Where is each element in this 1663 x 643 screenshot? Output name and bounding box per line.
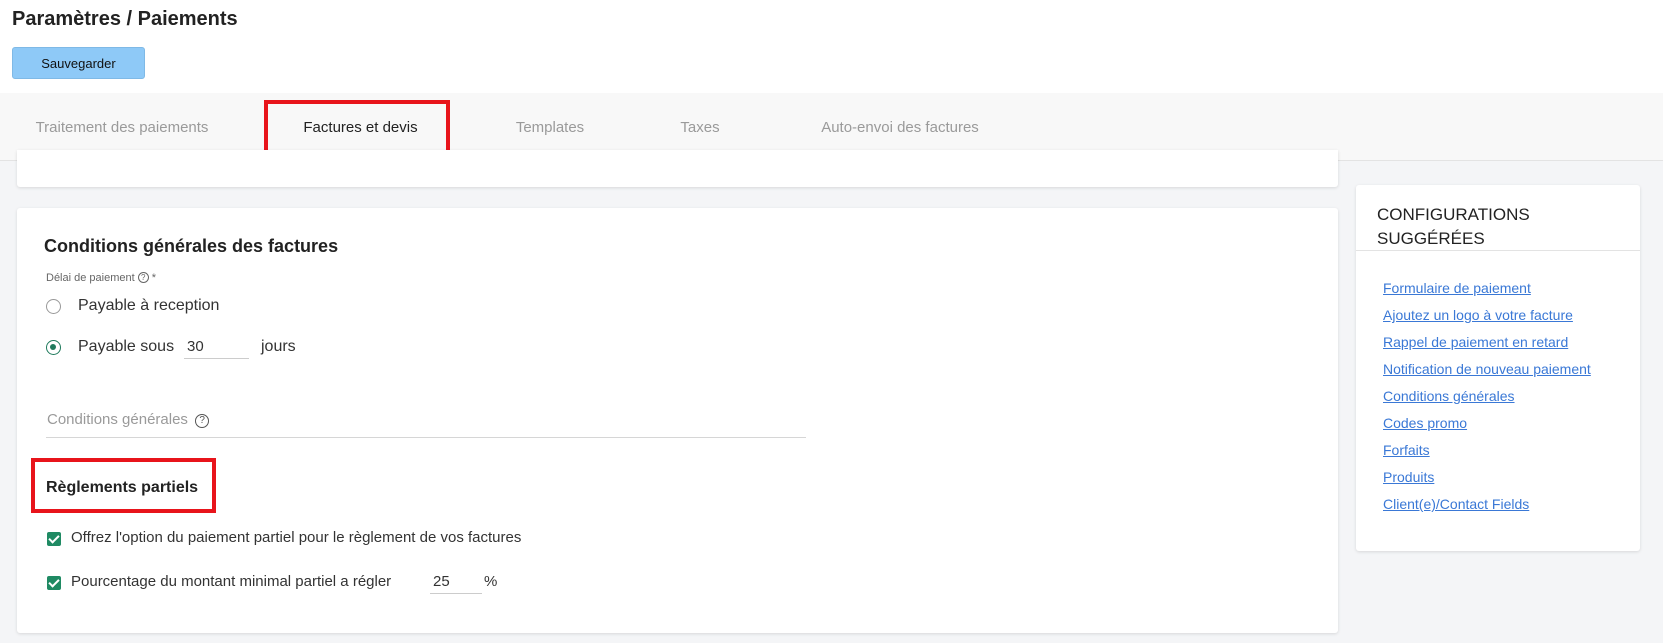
payment-delay-label-text: Délai de paiement — [46, 272, 135, 284]
link-new-payment-notification[interactable]: Notification de nouveau paiement — [1383, 361, 1591, 377]
suggested-configurations-title: CONFIGURATIONS SUGGÉRÉES — [1377, 205, 1530, 248]
link-plans[interactable]: Forfaits — [1383, 442, 1430, 458]
link-general-conditions[interactable]: Conditions générales — [1383, 388, 1515, 404]
payable-within-label: Payable sous — [78, 338, 175, 355]
required-mark: * — [151, 272, 157, 284]
page-title: Paramètres / Paiements — [12, 8, 238, 30]
previous-section-card — [17, 150, 1338, 187]
percent-unit-label: % — [484, 573, 498, 590]
terms-section-title: Conditions générales des factures — [44, 236, 339, 256]
tab-highlight-annotation — [264, 100, 450, 156]
link-client-contact-fields[interactable]: Client(e)/Contact Fields — [1383, 496, 1529, 512]
payment-delay-label: Délai de paiement? * — [46, 272, 156, 284]
suggested-configurations-panel: CONFIGURATIONS SUGGÉRÉES Formulaire de p… — [1356, 185, 1640, 551]
link-late-payment-reminder[interactable]: Rappel de paiement en retard — [1383, 334, 1568, 350]
checkbox-offer-partial-payment[interactable] — [47, 532, 61, 546]
radio-payable-within[interactable] — [46, 340, 61, 355]
offer-partial-payment-label: Offrez l'option du paiement partiel pour… — [71, 529, 522, 546]
partial-payments-highlight-annotation — [31, 458, 216, 513]
minimum-percentage-input[interactable] — [430, 570, 482, 594]
invoice-terms-card: Conditions générales des factures Délai … — [17, 208, 1338, 633]
link-products[interactable]: Produits — [1383, 469, 1434, 485]
save-button[interactable]: Sauvegarder — [12, 47, 145, 79]
link-promo-codes[interactable]: Codes promo — [1383, 415, 1467, 431]
page-header: Paramètres / Paiements Sauvegarder — [0, 0, 1663, 93]
general-conditions-field[interactable]: Conditions générales ? — [47, 411, 210, 428]
general-conditions-placeholder: Conditions générales — [47, 411, 188, 428]
minimum-percentage-label: Pourcentage du montant minimal partiel a… — [71, 573, 392, 590]
payable-on-receipt-label: Payable à reception — [78, 297, 220, 314]
sidebar-divider — [1356, 250, 1640, 251]
help-circle-icon[interactable]: ? — [137, 272, 149, 283]
checkbox-minimum-percentage[interactable] — [47, 576, 61, 590]
payment-days-input[interactable] — [184, 334, 249, 359]
days-unit-label: jours — [261, 338, 296, 355]
general-conditions-underline — [46, 437, 806, 438]
link-add-logo[interactable]: Ajoutez un logo à votre facture — [1383, 307, 1573, 323]
help-circle-icon[interactable]: ? — [195, 414, 210, 428]
radio-payable-on-receipt[interactable] — [46, 299, 61, 314]
link-payment-form[interactable]: Formulaire de paiement — [1383, 280, 1531, 296]
